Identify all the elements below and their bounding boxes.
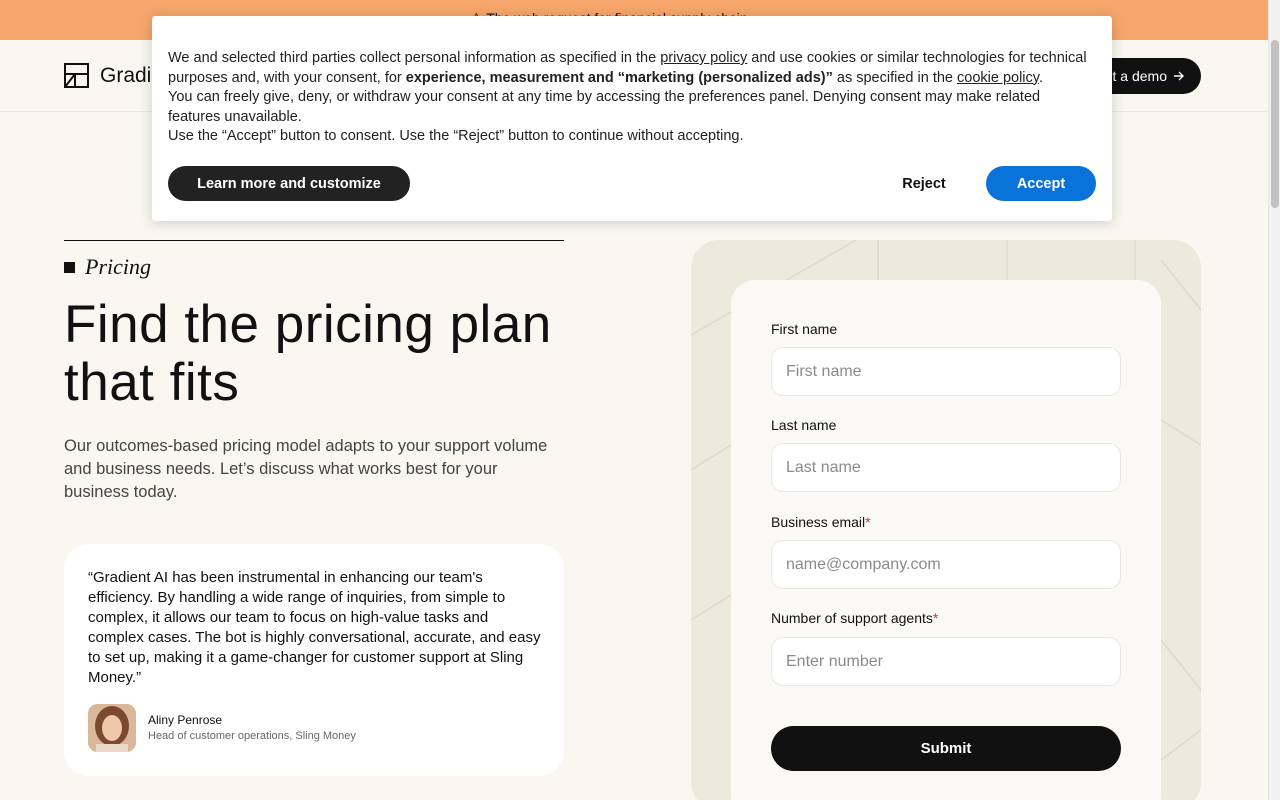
form-panel: First name Last name Business email* Num… [691, 240, 1201, 800]
cookie-paragraph-1: We and selected third parties collect pe… [168, 49, 1093, 88]
cookie-paragraph-3: Use the “Accept” button to consent. Use … [168, 128, 744, 144]
page-title: Find the pricing plan that fits [64, 295, 552, 412]
support-agents-input[interactable] [771, 637, 1121, 686]
last-name-label: Last name [771, 417, 837, 433]
reject-button[interactable]: Reject [884, 166, 964, 201]
testimonial-quote: “Gradient AI has been instrumental in en… [88, 569, 541, 686]
submit-button[interactable]: Submit [771, 726, 1121, 771]
cookie-text-bold: experience, measurement and “marketing (… [405, 69, 833, 86]
last-name-input[interactable] [771, 443, 1121, 492]
cookie-text-c: as specified in the [832, 69, 958, 86]
support-agents-label-text: Number of support agents [771, 610, 933, 626]
testimonial-author: Aliny Penrose [148, 713, 223, 727]
required-mark: * [932, 610, 939, 626]
page-scrollbar[interactable] [1268, 0, 1280, 800]
business-email-input[interactable] [771, 540, 1121, 589]
avatar [88, 704, 136, 752]
arrow-right-icon [1174, 71, 1184, 81]
section-eyebrow: Pricing [64, 254, 151, 280]
first-name-input[interactable] [771, 347, 1121, 396]
cookie-paragraph-2: You can freely give, deny, or withdraw y… [168, 89, 1041, 125]
first-name-label: First name [771, 321, 838, 337]
contact-form: First name Last name Business email* Num… [731, 280, 1161, 800]
testimonial-card: “Gradient AI has been instrumental in en… [64, 544, 564, 776]
business-email-label-text: Business email [771, 514, 866, 530]
square-bullet-icon [64, 261, 75, 273]
eyebrow-label: Pricing [85, 254, 151, 279]
learn-more-button[interactable]: Learn more and customize [168, 166, 410, 201]
cookie-consent-dialog: We and selected third parties collect pe… [152, 16, 1112, 221]
cookie-text-a: We and selected third parties collect pe… [168, 50, 661, 66]
scrollbar-thumb[interactable] [1271, 40, 1279, 208]
gradient-logo-icon [64, 63, 89, 88]
required-mark: * [865, 514, 871, 530]
page-description: Our outcomes-based pricing model adapts … [64, 437, 548, 501]
support-agents-label: Number of support agents* [771, 610, 938, 626]
avatar-portrait-icon [88, 704, 136, 752]
accept-button[interactable]: Accept [986, 166, 1096, 201]
privacy-policy-link[interactable]: privacy policy [660, 50, 747, 66]
section-divider [64, 240, 564, 241]
cookie-text-d: . [1038, 69, 1043, 86]
cookie-policy-link[interactable]: cookie policy [957, 70, 1039, 86]
cookie-consent-text: We and selected third parties collect pe… [168, 49, 1093, 147]
testimonial-role: Head of customer operations, Sling Money [148, 730, 356, 742]
business-email-label: Business email* [771, 514, 871, 530]
